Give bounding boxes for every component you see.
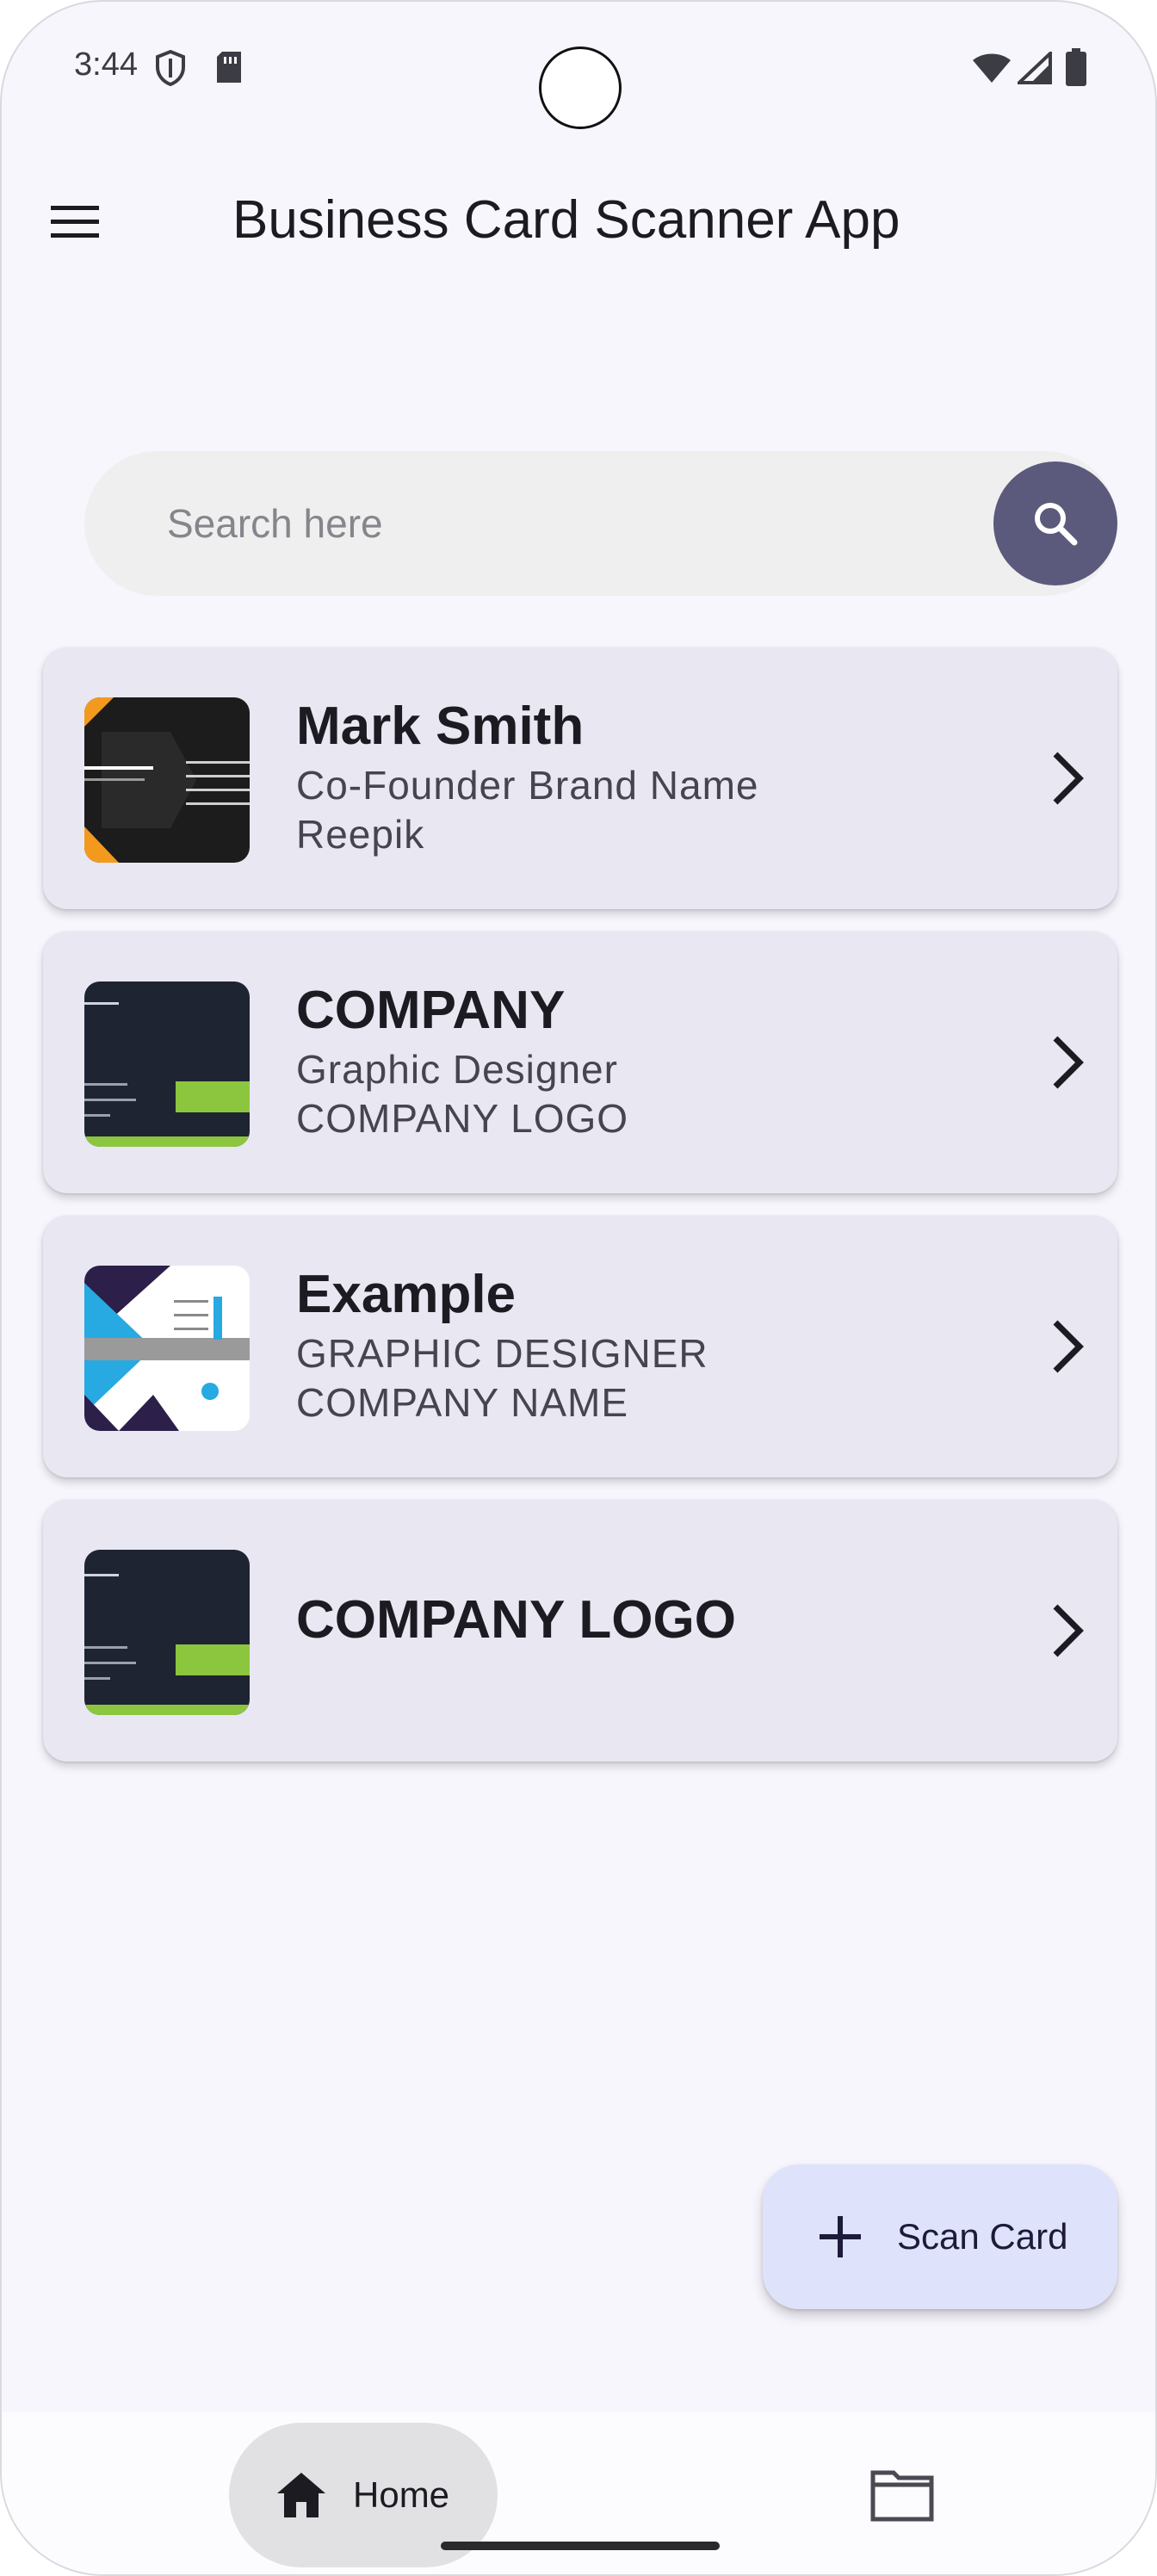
battery-icon — [1066, 48, 1086, 90]
card-title: Co-Founder Brand Name — [296, 763, 759, 808]
business-card-item[interactable]: COMPANY Graphic Designer COMPANY LOGO — [43, 932, 1117, 1193]
card-company: COMPANY LOGO — [296, 1096, 629, 1141]
shield-icon — [155, 49, 186, 90]
card-thumbnail — [84, 697, 250, 863]
phone-screen: 3:44 Business Card Scanner App Search he… — [0, 0, 1157, 2576]
business-card-item[interactable]: Example GRAPHIC DESIGNER COMPANY NAME — [43, 1216, 1117, 1477]
card-name: COMPANY LOGO — [296, 1590, 736, 1650]
wifi-icon — [971, 52, 1012, 89]
card-company: COMPANY NAME — [296, 1380, 629, 1425]
card-thumbnail — [84, 1550, 250, 1715]
camera-cutout — [539, 46, 622, 129]
menu-button[interactable] — [36, 183, 114, 260]
app-title: Business Card Scanner App — [232, 190, 900, 250]
status-time: 3:44 — [74, 46, 138, 83]
card-thumbnail — [84, 981, 250, 1147]
nav-home-label: Home — [353, 2474, 450, 2515]
search-button[interactable] — [993, 461, 1117, 585]
folder-icon[interactable] — [869, 2466, 935, 2523]
bottom-navigation: Home — [2, 2412, 1155, 2574]
sim-card-icon — [215, 50, 243, 89]
chevron-right-icon — [1053, 1036, 1084, 1089]
business-card-item[interactable]: COMPANY LOGO — [43, 1500, 1117, 1762]
search-icon — [1035, 503, 1078, 546]
card-company: Reepik — [296, 812, 425, 857]
card-name: Example — [296, 1265, 517, 1324]
chevron-right-icon — [1053, 1604, 1084, 1657]
card-title: GRAPHIC DESIGNER — [296, 1331, 708, 1376]
card-title: Graphic Designer — [296, 1047, 618, 1092]
card-name: Mark Smith — [296, 697, 585, 756]
home-icon — [277, 2473, 325, 2517]
search-bar — [84, 451, 1117, 596]
scan-card-label: Scan Card — [897, 2216, 1068, 2257]
card-thumbnail — [84, 1266, 250, 1431]
chevron-right-icon — [1053, 752, 1084, 805]
top-app-bar: Business Card Scanner App — [2, 165, 1155, 277]
card-name: COMPANY — [296, 981, 566, 1040]
chevron-right-icon — [1053, 1320, 1084, 1373]
search-input[interactable] — [167, 451, 942, 596]
hamburger-menu-icon — [51, 206, 99, 238]
business-card-item[interactable]: Mark Smith Co-Founder Brand Name Reepik — [43, 647, 1117, 909]
scan-card-button[interactable]: Scan Card — [763, 2164, 1117, 2309]
gesture-bar — [441, 2542, 720, 2550]
status-bar: 3:44 — [2, 2, 1155, 131]
plus-icon — [820, 2216, 861, 2257]
signal-icon — [1014, 49, 1052, 89]
